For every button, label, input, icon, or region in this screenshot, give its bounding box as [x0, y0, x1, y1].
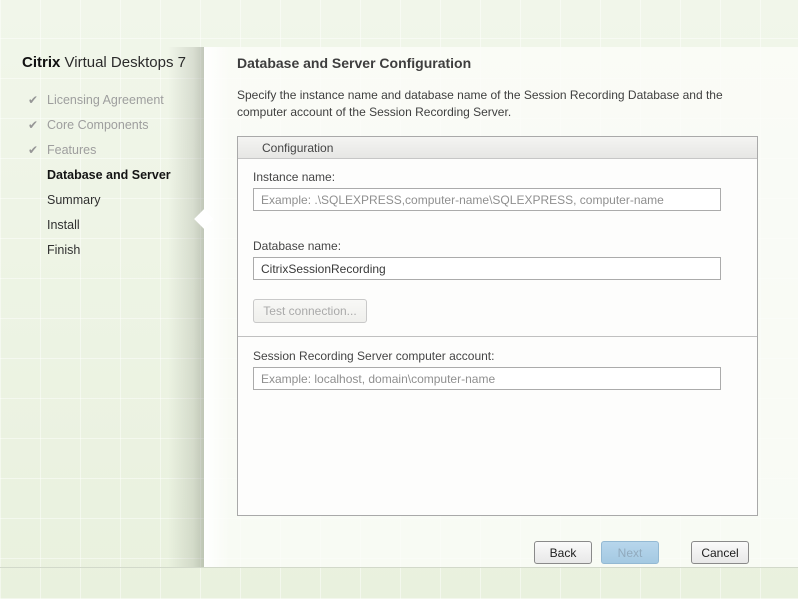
checkmark-icon: ✔	[28, 118, 47, 132]
cancel-button[interactable]: Cancel	[691, 541, 749, 564]
sidebar-item-licensing-agreement: ✔ Licensing Agreement	[28, 87, 171, 112]
footer-divider	[0, 567, 798, 568]
next-button[interactable]: Next	[601, 541, 659, 564]
step-label: Features	[47, 143, 96, 157]
configuration-groupbox: Configuration Instance name: Database na…	[237, 136, 758, 516]
back-button[interactable]: Back	[534, 541, 592, 564]
server-account-label: Session Recording Server computer accoun…	[253, 349, 494, 363]
product-name: Virtual Desktops 7	[65, 54, 186, 71]
installer-window: Citrix Virtual Desktops 7 ✔ Licensing Ag…	[0, 0, 798, 599]
groupbox-header: Configuration	[238, 137, 757, 159]
test-connection-button[interactable]: Test connection...	[253, 299, 367, 323]
step-label: Summary	[47, 193, 100, 207]
section-divider	[238, 336, 757, 337]
server-account-input[interactable]	[253, 367, 721, 390]
checkmark-icon: ✔	[28, 93, 47, 107]
sidebar-item-core-components: ✔ Core Components	[28, 112, 171, 137]
step-label: Core Components	[47, 118, 148, 132]
step-label: Licensing Agreement	[47, 93, 164, 107]
sidebar-item-database-and-server: Database and Server	[28, 162, 171, 187]
sidebar-item-install: Install	[28, 212, 171, 237]
page-title: Database and Server Configuration	[237, 55, 471, 71]
product-title: Citrix Virtual Desktops 7	[22, 54, 186, 71]
wizard-steps: ✔ Licensing Agreement ✔ Core Components …	[28, 87, 171, 262]
step-label: Finish	[47, 243, 80, 257]
sidebar-item-features: ✔ Features	[28, 137, 171, 162]
step-label: Install	[47, 218, 80, 232]
sidebar-shadow	[168, 47, 204, 567]
brand-name: Citrix	[22, 54, 60, 71]
instance-name-input[interactable]	[253, 188, 721, 211]
instance-name-label: Instance name:	[253, 170, 335, 184]
page-description: Specify the instance name and database n…	[237, 87, 742, 121]
sidebar-item-finish: Finish	[28, 237, 171, 262]
checkmark-icon: ✔	[28, 143, 47, 157]
sidebar-item-summary: Summary	[28, 187, 171, 212]
database-name-label: Database name:	[253, 239, 341, 253]
database-name-input[interactable]	[253, 257, 721, 280]
step-label: Database and Server	[47, 168, 171, 182]
